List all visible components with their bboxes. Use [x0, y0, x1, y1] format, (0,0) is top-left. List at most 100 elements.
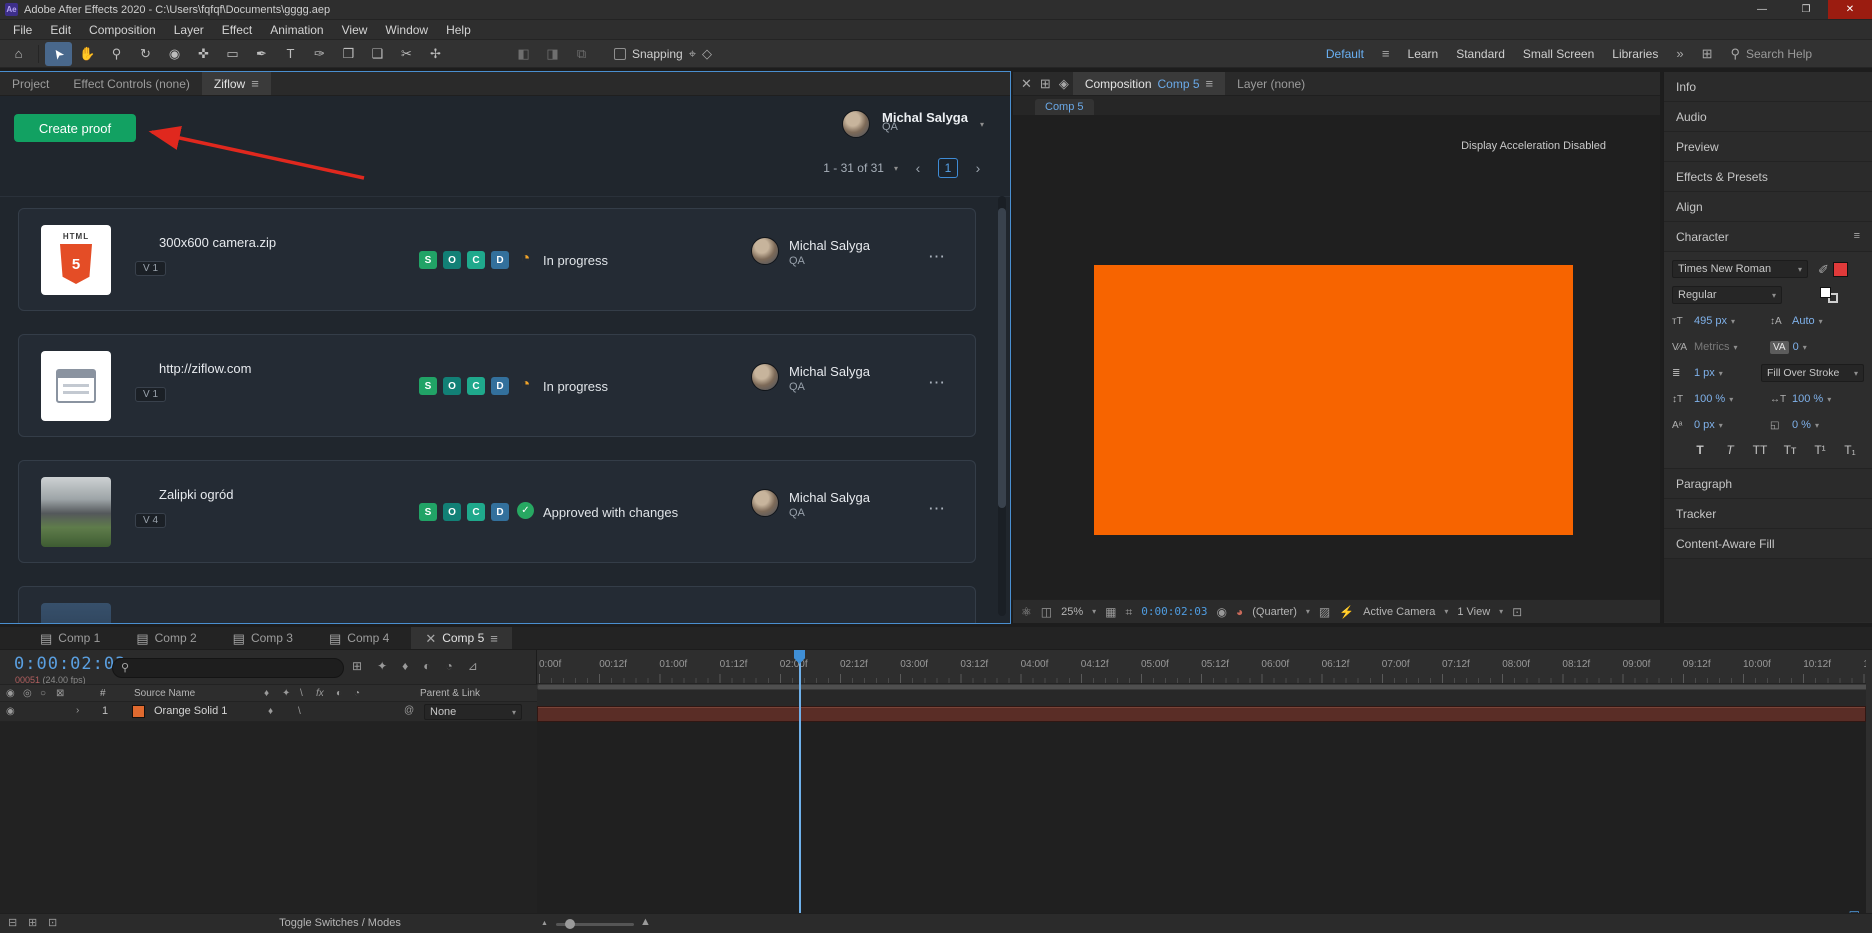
- chevron-down-icon[interactable]: ▾: [1444, 607, 1448, 616]
- roto-brush-tool[interactable]: ✂: [393, 42, 420, 66]
- layer-name[interactable]: Orange Solid 1: [154, 705, 227, 717]
- panel-menu-icon[interactable]: ≡: [1854, 231, 1860, 242]
- zoom-in-mountain-icon[interactable]: ▲: [640, 916, 651, 928]
- all-caps-button[interactable]: TT: [1750, 443, 1770, 457]
- proof-card[interactable]: Zalipki ogród V 4 S O C D ✓ Approved wit…: [18, 460, 976, 563]
- chevron-down-icon[interactable]: ▾: [1731, 317, 1735, 326]
- snapshot-icon[interactable]: ◉: [1217, 606, 1227, 618]
- home-tool[interactable]: ⌂: [5, 42, 32, 66]
- panel-content-aware-fill[interactable]: Content-Aware Fill: [1664, 529, 1872, 559]
- zoom-tool[interactable]: ⚲: [103, 42, 130, 66]
- mini-flowchart-icon[interactable]: ⚛: [1021, 606, 1032, 618]
- menu-effect[interactable]: Effect: [213, 23, 261, 37]
- workspaces-grid-icon[interactable]: ⊞: [1702, 47, 1713, 60]
- superscript-button[interactable]: T¹: [1810, 443, 1830, 457]
- tab-layer[interactable]: Layer (none): [1225, 72, 1317, 95]
- font-style-select[interactable]: Regular▾: [1672, 286, 1782, 304]
- workspace-menu-icon[interactable]: ≡: [1382, 47, 1390, 60]
- layer-duration-bar[interactable]: [537, 706, 1866, 722]
- workspace-learn[interactable]: Learn: [1408, 47, 1439, 61]
- prev-page-button[interactable]: ‹: [908, 158, 928, 178]
- tab-close-icon[interactable]: ✕: [425, 632, 436, 645]
- solo-icon[interactable]: ○: [40, 689, 46, 699]
- channels-icon[interactable]: ◕: [1236, 606, 1243, 618]
- current-page[interactable]: 1: [938, 158, 958, 178]
- chevron-down-icon[interactable]: ▾: [1733, 343, 1737, 352]
- column-source-name[interactable]: Source Name: [134, 688, 195, 699]
- pan-behind-tool[interactable]: ✜: [190, 42, 217, 66]
- stroke-width-value[interactable]: 1 px: [1694, 367, 1715, 379]
- workspace-overflow-icon[interactable]: »: [1676, 47, 1683, 60]
- subscript-button[interactable]: T₁: [1840, 443, 1860, 457]
- swap-options-icon[interactable]: ⧉: [568, 42, 595, 66]
- column-parent-link[interactable]: Parent & Link: [420, 688, 480, 699]
- eraser-tool[interactable]: ❑: [364, 42, 391, 66]
- faux-bold-button[interactable]: T: [1690, 443, 1710, 457]
- tsume-value[interactable]: 0 %: [1792, 419, 1811, 431]
- comp-pill[interactable]: Comp 5: [1035, 99, 1094, 115]
- layer-visibility-icon[interactable]: ◉: [6, 707, 15, 717]
- timeline-tab-comp2[interactable]: ▤Comp 2: [122, 627, 210, 649]
- pixel-aspect-icon[interactable]: ⊡: [1512, 606, 1522, 618]
- menu-composition[interactable]: Composition: [80, 23, 165, 37]
- horizontal-scale-value[interactable]: 100 %: [1792, 393, 1823, 405]
- kerning-value[interactable]: Metrics: [1694, 341, 1729, 353]
- timeline-vertical-scrollbar[interactable]: [1866, 650, 1872, 913]
- more-actions-button[interactable]: ⋯: [928, 373, 947, 393]
- close-button[interactable]: ✕: [1828, 0, 1872, 19]
- menu-window[interactable]: Window: [376, 23, 437, 37]
- tracking-value[interactable]: 0: [1793, 341, 1799, 353]
- panel-lock-icon[interactable]: ◈: [1059, 77, 1069, 90]
- chevron-down-icon[interactable]: ▾: [1719, 421, 1723, 430]
- stroke-options-icon[interactable]: ◨: [539, 42, 566, 66]
- chevron-down-icon[interactable]: ▾: [1803, 343, 1807, 352]
- timeline-search-input[interactable]: [135, 662, 315, 674]
- panel-menu-icon[interactable]: ≡: [251, 77, 259, 90]
- layer-row[interactable]: ◉ › 1 Orange Solid 1 ♦ \ @ None▾: [0, 702, 537, 722]
- tab-ziflow[interactable]: Ziflow≡: [202, 72, 271, 95]
- menu-edit[interactable]: Edit: [41, 23, 80, 37]
- motion-blur-icon[interactable]: ◔: [446, 660, 453, 672]
- orbit-camera-tool[interactable]: ↻: [132, 42, 159, 66]
- timeline-tab-comp3[interactable]: ▤Comp 3: [219, 627, 307, 649]
- menu-file[interactable]: File: [4, 23, 41, 37]
- workspace-libraries[interactable]: Libraries: [1612, 47, 1658, 61]
- chevron-down-icon[interactable]: ▾: [1499, 607, 1503, 616]
- layer-expand-icon[interactable]: ›: [76, 706, 79, 716]
- collapse-column-icon[interactable]: ✦: [282, 689, 290, 699]
- frame-blend-icon[interactable]: ◐: [423, 660, 430, 672]
- toggle-switches-modes-button[interactable]: Toggle Switches / Modes: [255, 917, 425, 929]
- quality-column-icon[interactable]: \: [300, 689, 303, 699]
- workspace-default[interactable]: Default: [1326, 47, 1364, 61]
- font-size-value[interactable]: 495 px: [1694, 315, 1727, 327]
- panel-close-icon[interactable]: ✕: [1021, 77, 1032, 90]
- font-family-select[interactable]: Times New Roman▾: [1672, 260, 1808, 278]
- transparency-grid-icon[interactable]: ▨: [1319, 606, 1330, 618]
- proof-card[interactable]: [18, 586, 976, 623]
- motion-blur-column-icon[interactable]: ◔: [354, 689, 360, 699]
- menu-help[interactable]: Help: [437, 23, 480, 37]
- chevron-down-icon[interactable]: ▾: [1827, 395, 1831, 404]
- audio-icon[interactable]: ◎: [23, 689, 32, 699]
- eyedropper-icon[interactable]: ✐: [1818, 263, 1829, 276]
- timeline-tab-comp5[interactable]: ✕ Comp 5 ≡: [411, 627, 512, 649]
- ziflow-user-menu[interactable]: Michal Salyga QA ▾: [842, 110, 984, 138]
- graph-editor-icon[interactable]: ⊿: [468, 660, 478, 672]
- baseline-shift-value[interactable]: 0 px: [1694, 419, 1715, 431]
- help-search-input[interactable]: [1746, 47, 1856, 61]
- fill-stroke-swatches[interactable]: [1820, 287, 1838, 303]
- leading-value[interactable]: Auto: [1792, 315, 1815, 327]
- maximize-button[interactable]: ❐: [1784, 0, 1828, 19]
- timeline-zoom-handle[interactable]: [565, 919, 575, 929]
- chevron-down-icon[interactable]: ▾: [1815, 421, 1819, 430]
- menu-view[interactable]: View: [333, 23, 377, 37]
- hand-tool[interactable]: ✋: [74, 42, 101, 66]
- pagination-range[interactable]: 1 - 31 of 31: [823, 161, 884, 175]
- panel-info[interactable]: Info: [1664, 72, 1872, 102]
- proof-card[interactable]: HTML 5 300x600 camera.zip V 1 S O C D ◔ …: [18, 208, 976, 311]
- tab-composition[interactable]: Composition Comp 5 ≡: [1073, 72, 1225, 95]
- region-of-interest-icon[interactable]: ⌗: [1126, 606, 1133, 618]
- tab-project[interactable]: Project: [0, 72, 61, 95]
- parent-pickwhip-icon[interactable]: @: [404, 706, 414, 716]
- brush-tool[interactable]: ✑: [306, 42, 333, 66]
